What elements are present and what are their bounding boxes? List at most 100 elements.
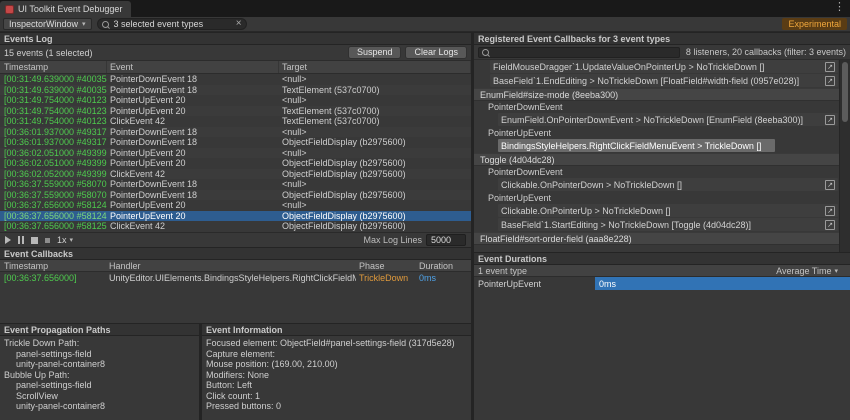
event-log-row[interactable]: [00:36:37.656000 #581249]PointerUpEvent …: [0, 200, 471, 211]
playback-controls: 1x ▾ Max Log Lines 5000: [0, 232, 471, 247]
callback-duration: 0ms: [416, 273, 471, 283]
log-cell-event: PointerDownEvent 18: [107, 137, 279, 148]
propagation-path-line: Bubble Up Path:: [0, 370, 199, 381]
callback-item[interactable]: Clickable.OnPointerUp > NoTrickleDown []…: [498, 204, 838, 217]
callback-item[interactable]: Clickable.OnPointerDown > NoTrickleDown …: [498, 178, 838, 191]
log-cell-target: <null>: [279, 148, 471, 159]
callback-event-type-label[interactable]: PointerDownEvent: [474, 101, 838, 113]
event-log-row[interactable]: [00:31:49.639000 #400354]PointerDownEven…: [0, 85, 471, 96]
log-cell-target: <null>: [279, 127, 471, 138]
window-menu-icon[interactable]: ⋮: [834, 2, 845, 13]
debugger-toolbar: InspectorWindow ▾ × Experimental: [0, 17, 850, 32]
registered-callbacks-header: Registered Event Callbacks for 3 event t…: [474, 32, 850, 45]
column-timestamp[interactable]: Timestamp: [0, 261, 106, 271]
step-icon[interactable]: [45, 238, 50, 243]
clear-filter-icon[interactable]: ×: [236, 19, 242, 29]
log-cell-target: <null>: [279, 74, 471, 85]
callback-group-header[interactable]: EnumField#size-mode (8eeba300): [474, 88, 850, 101]
pause-icon[interactable]: [18, 236, 24, 244]
open-source-link-icon[interactable]: ↗: [825, 206, 835, 216]
debugger-icon: [5, 5, 14, 14]
event-log-row[interactable]: [00:36:37.656000 #581249]PointerUpEvent …: [0, 211, 471, 222]
max-log-lines-input[interactable]: 5000: [426, 234, 466, 246]
event-info-line: Capture element:: [202, 349, 471, 360]
callback-group-header[interactable]: FloatField#sort-order-field (aaa8e228): [474, 232, 850, 245]
log-cell-timestamp: [00:36:02.052000 #493992]: [0, 169, 107, 180]
events-log-column-headers: Timestamp Event Target: [0, 61, 471, 74]
experimental-badge: Experimental: [782, 18, 847, 30]
callback-item[interactable]: FieldMouseDragger`1.UpdateValueOnPointer…: [490, 60, 838, 73]
callback-item[interactable]: BaseField`1.StartEditing > NoTrickleDown…: [498, 218, 838, 231]
callback-group-header[interactable]: Toggle (4d04dc28): [474, 153, 850, 166]
event-duration-row[interactable]: PointerUpEvent 0ms: [474, 277, 850, 290]
column-handler[interactable]: Handler: [106, 261, 356, 271]
spacer: [474, 290, 850, 420]
stop-icon[interactable]: [31, 237, 38, 244]
callback-event-type-label[interactable]: PointerUpEvent: [474, 192, 838, 204]
event-callback-row[interactable]: [00:36:37.656000] UnityEditor.UIElements…: [0, 272, 471, 284]
event-log-row[interactable]: [00:31:49.754000 #401236]PointerUpEvent …: [0, 95, 471, 106]
event-type-filter-input[interactable]: [114, 19, 233, 29]
event-log-row[interactable]: [00:36:01.937000 #493178]PointerDownEven…: [0, 137, 471, 148]
open-source-link-icon[interactable]: ↗: [825, 220, 835, 230]
column-event[interactable]: Event: [107, 61, 279, 73]
log-cell-event: PointerDownEvent 18: [107, 74, 279, 85]
event-log-row[interactable]: [00:36:02.052000 #493992]ClickEvent 42Ob…: [0, 169, 471, 180]
registered-callbacks-list: FieldMouseDragger`1.UpdateValueOnPointer…: [474, 60, 850, 252]
log-cell-timestamp: [00:36:02.051000 #493990]: [0, 158, 107, 169]
log-cell-timestamp: [00:31:49.754000 #401236]: [0, 106, 107, 117]
log-cell-event: PointerUpEvent 20: [107, 148, 279, 159]
event-log-row[interactable]: [00:36:37.559000 #580707]PointerDownEven…: [0, 179, 471, 190]
suspend-button[interactable]: Suspend: [348, 46, 402, 59]
play-icon[interactable]: [5, 236, 11, 244]
log-cell-target: ObjectFieldDisplay (b2975600): [279, 158, 471, 169]
callback-label: BaseField`1.StartEditing > NoTrickleDown…: [498, 220, 821, 230]
log-cell-target: TextElement (537c0700): [279, 116, 471, 127]
event-propagation-header: Event Propagation Paths: [0, 323, 199, 336]
propagation-path-list: Trickle Down Path:panel-settings-fieldun…: [0, 336, 199, 412]
tab-ui-toolkit-event-debugger[interactable]: UI Toolkit Event Debugger: [0, 1, 131, 17]
column-duration[interactable]: Duration: [416, 261, 471, 271]
left-column: Events Log 15 events (1 selected) Suspen…: [0, 32, 471, 420]
event-info-line: Click count: 1: [202, 391, 471, 402]
callback-event-type-label[interactable]: PointerUpEvent: [474, 127, 838, 139]
callback-label: Clickable.OnPointerDown > NoTrickleDown …: [498, 180, 821, 190]
event-log-row[interactable]: [00:36:02.051000 #493990]PointerUpEvent …: [0, 158, 471, 169]
column-phase[interactable]: Phase: [356, 261, 416, 271]
callback-phase: TrickleDown: [356, 273, 416, 283]
column-target[interactable]: Target: [279, 61, 471, 73]
propagation-path-line: panel-settings-field: [0, 349, 199, 360]
column-timestamp[interactable]: Timestamp: [0, 61, 107, 73]
scrollbar[interactable]: [839, 60, 850, 252]
event-log-row[interactable]: [00:31:49.754000 #401238]ClickEvent 42Te…: [0, 116, 471, 127]
log-cell-event: ClickEvent 42: [107, 221, 279, 232]
callback-item[interactable]: BindingsStyleHelpers.RightClickFieldMenu…: [498, 139, 775, 152]
scrollbar-thumb[interactable]: [842, 62, 848, 122]
event-log-row[interactable]: [00:36:37.656000 #581251]ClickEvent 42Ob…: [0, 221, 471, 232]
callback-item[interactable]: BaseField`1.EndEditing > NoTrickleDown […: [490, 74, 838, 87]
open-source-link-icon[interactable]: ↗: [825, 180, 835, 190]
open-source-link-icon[interactable]: ↗: [825, 62, 835, 72]
window-picker-dropdown[interactable]: InspectorWindow ▾: [3, 18, 92, 30]
propagation-path-line: ScrollView: [0, 391, 199, 402]
event-log-row[interactable]: [00:36:02.051000 #493990]PointerUpEvent …: [0, 148, 471, 159]
log-cell-timestamp: [00:36:37.656000 #581249]: [0, 211, 107, 222]
open-source-link-icon[interactable]: ↗: [825, 76, 835, 86]
log-cell-target: <null>: [279, 179, 471, 190]
event-log-row[interactable]: [00:31:49.639000 #400354]PointerDownEven…: [0, 74, 471, 85]
events-log-header: Events Log: [0, 32, 471, 45]
average-time-sort[interactable]: Average Time ▾: [776, 266, 846, 276]
callback-item[interactable]: EnumField.OnPointerDownEvent > NoTrickle…: [498, 113, 838, 126]
event-type-filter[interactable]: ×: [97, 18, 247, 30]
callbacks-search-field[interactable]: [478, 47, 680, 58]
callback-event-type-label[interactable]: PointerDownEvent: [474, 166, 838, 178]
open-source-link-icon[interactable]: ↗: [825, 115, 835, 125]
chevron-down-icon: ▾: [834, 267, 838, 275]
log-cell-event: PointerUpEvent 20: [107, 200, 279, 211]
event-log-row[interactable]: [00:36:37.559000 #580707]PointerDownEven…: [0, 190, 471, 201]
callbacks-search-input[interactable]: [494, 47, 676, 57]
playback-speed-dropdown[interactable]: 1x ▾: [57, 235, 73, 245]
event-log-row[interactable]: [00:36:01.937000 #493178]PointerDownEven…: [0, 127, 471, 138]
event-log-row[interactable]: [00:31:49.754000 #401236]PointerUpEvent …: [0, 106, 471, 117]
clear-logs-button[interactable]: Clear Logs: [405, 46, 467, 59]
